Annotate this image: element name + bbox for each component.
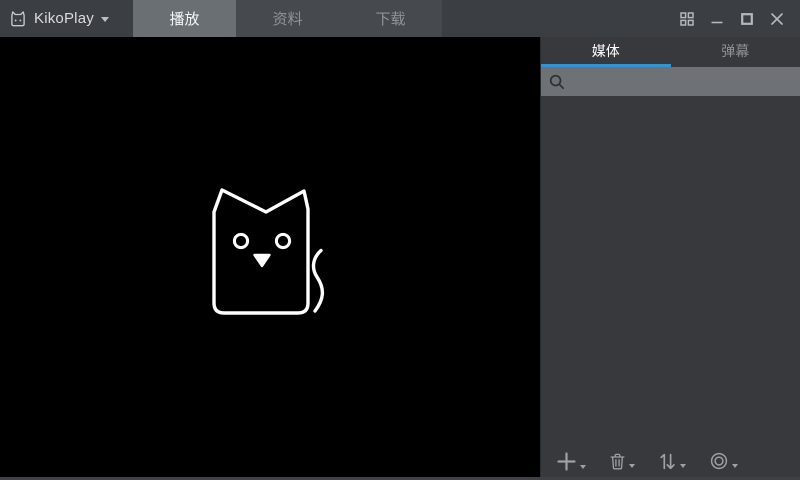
media-list [541,96,800,446]
chevron-down-icon [732,464,738,468]
minimize-button[interactable] [702,0,732,37]
titlebar: KikoPlay 播放 资料 下载 [0,0,800,37]
kikoplay-window: KikoPlay 播放 资料 下载 [0,0,800,480]
main-area: 媒体 弹幕 [0,37,800,480]
sort-1-down-icon [659,453,676,470]
window-controls [672,0,800,37]
tab-info[interactable]: 资料 [236,0,339,37]
loop-mode-button[interactable] [710,452,738,470]
media-search-input[interactable] [571,67,794,96]
search-icon [549,74,565,90]
delete-button[interactable] [610,453,635,470]
media-search-bar [541,67,800,96]
minimize-icon [711,12,723,26]
cat-face-logo-icon [9,10,27,28]
add-media-button[interactable] [557,452,586,471]
close-icon [771,13,783,25]
grid-icon [680,12,694,26]
video-player[interactable] [0,37,540,480]
maximize-icon [741,13,753,25]
tab-play[interactable]: 播放 [133,0,236,37]
sidebar-tabstrip: 媒体 弹幕 [541,37,800,67]
loop-circle-icon [710,452,728,470]
chevron-down-icon [101,17,109,22]
tab-danmu[interactable]: 弹幕 [671,37,800,67]
main-tabstrip: 播放 资料 下载 [133,0,442,37]
chevron-down-icon [580,465,586,469]
maximize-button[interactable] [732,0,762,37]
app-menu-button[interactable]: KikoPlay [0,0,133,37]
sidebar: 媒体 弹幕 [540,37,800,480]
chevron-down-icon [680,464,686,468]
sort-button[interactable] [659,453,686,470]
kikoplay-cat-logo [211,187,329,317]
tab-media[interactable]: 媒体 [541,37,671,67]
close-button[interactable] [762,0,792,37]
tab-download[interactable]: 下载 [339,0,442,37]
sidebar-toolbar [541,446,800,480]
trash-icon [610,453,625,470]
app-title: KikoPlay [34,10,94,27]
plus-icon [557,452,576,471]
mini-mode-button[interactable] [672,0,702,37]
chevron-down-icon [629,464,635,468]
